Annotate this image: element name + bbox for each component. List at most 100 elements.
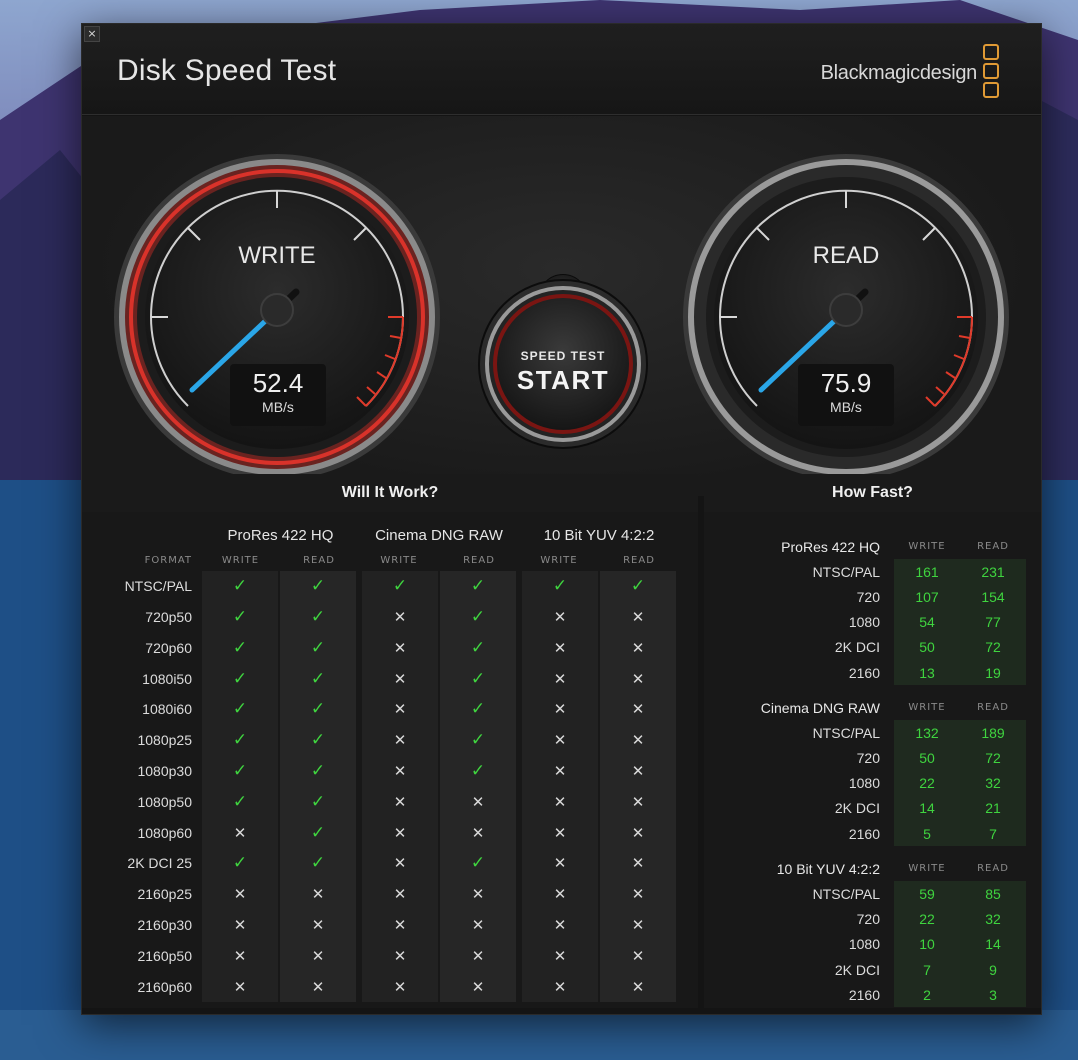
write-speed-value: 52.4	[252, 368, 304, 398]
cross-icon: ✕	[599, 878, 682, 910]
table-row: NTSC/PAL 59 85	[704, 881, 1026, 907]
cross-icon: ✕	[359, 663, 440, 694]
read-speed-value: 75.9	[820, 368, 872, 398]
group-header-cinema-dng: Cinema DNG RAW	[375, 526, 503, 544]
check-icon: ✓	[202, 570, 280, 602]
format-label: 1080p30	[137, 762, 192, 779]
close-button[interactable]: ×	[84, 26, 100, 42]
check-icon: ✓	[439, 755, 522, 787]
cross-icon: ✕	[519, 724, 600, 756]
format-label: 1080i60	[142, 701, 192, 718]
resolution-label: 720	[856, 588, 880, 605]
resolution-label: 1080	[848, 775, 880, 792]
sub-header-write: WRITE	[540, 555, 578, 567]
table-row: 720 107 154	[704, 584, 1026, 610]
cross-icon: ✕	[359, 693, 440, 725]
resolution-label: 2160	[848, 986, 880, 1003]
table-row: NTSC/PAL ✓ ✓ ✓ ✓ ✓ ✓	[106, 570, 682, 602]
cross-icon: ✕	[599, 663, 682, 694]
cross-icon: ✕	[519, 755, 600, 787]
read-fps-value: 85	[960, 881, 1026, 907]
table-row: 1080p60 ✕ ✓ ✕ ✕ ✕ ✕	[106, 817, 682, 848]
cross-icon: ✕	[599, 786, 682, 818]
write-fps-value: 13	[894, 659, 960, 686]
table-row: 2K DCI 7 9	[704, 957, 1026, 983]
sub-header-read: READ	[623, 555, 655, 567]
check-icon: ✓	[279, 724, 362, 756]
format-label: 1080p50	[137, 793, 192, 810]
cross-icon: ✕	[202, 817, 280, 848]
read-gauge	[683, 154, 1009, 480]
table-row: 2K DCI 25 ✓ ✓ ✕ ✓ ✕ ✕	[106, 847, 682, 879]
cross-icon: ✕	[359, 724, 440, 756]
write-fps-value: 161	[894, 559, 960, 585]
group-header-row: 10 Bit YUV 4:2:2 WRITE READ	[704, 856, 1026, 881]
check-icon: ✓	[279, 663, 362, 694]
start-button[interactable]: SPEED TEST START	[488, 289, 638, 439]
check-icon: ✓	[202, 786, 280, 818]
check-icon: ✓	[359, 570, 440, 602]
cross-icon: ✕	[202, 971, 280, 1002]
format-label: 720p50	[145, 608, 192, 625]
sub-header-read: READ	[463, 555, 495, 567]
cross-icon: ✕	[279, 940, 362, 972]
read-readout: 75.9 MB/s	[798, 364, 894, 426]
format-label: 2160p25	[137, 886, 192, 903]
cross-icon: ✕	[439, 878, 522, 910]
cross-icon: ✕	[202, 878, 280, 910]
brand-logo-icon	[983, 44, 999, 98]
check-icon: ✓	[202, 663, 280, 694]
read-fps-value: 9	[960, 957, 1026, 983]
write-gauge	[114, 154, 440, 480]
resolution-label: 2K DCI	[834, 800, 880, 817]
table-row: 1080p25 ✓ ✓ ✕ ✓ ✕ ✕	[106, 724, 682, 756]
table-row: NTSC/PAL 132 189	[704, 720, 1026, 746]
check-icon: ✓	[279, 817, 362, 848]
write-fps-value: 14	[894, 795, 960, 822]
sub-header-read: READ	[303, 555, 335, 567]
read-fps-value: 72	[960, 634, 1026, 660]
check-icon: ✓	[202, 755, 280, 787]
start-button-label: START	[516, 365, 610, 395]
read-fps-value: 3	[960, 982, 1026, 1008]
start-button-caption: SPEED TEST	[520, 349, 606, 363]
table-row: 2160 5 7	[704, 821, 1026, 847]
read-gauge-label: READ	[812, 242, 880, 269]
check-icon: ✓	[202, 601, 280, 633]
cross-icon: ✕	[439, 909, 522, 941]
cross-icon: ✕	[599, 693, 682, 725]
cross-icon: ✕	[439, 971, 522, 1002]
cross-icon: ✕	[359, 786, 440, 818]
resolution-label: 2160	[848, 825, 880, 842]
check-icon: ✓	[439, 632, 522, 664]
read-fps-value: 32	[960, 906, 1026, 932]
cross-icon: ✕	[599, 724, 682, 756]
format-label: NTSC/PAL	[124, 578, 192, 595]
write-speed-unit: MB/s	[262, 399, 294, 415]
cross-icon: ✕	[359, 971, 440, 1002]
cross-icon: ✕	[519, 817, 600, 848]
codec-group-name: Cinema DNG RAW	[760, 699, 880, 716]
sub-header-read: READ	[977, 541, 1009, 553]
check-icon: ✓	[279, 632, 362, 664]
write-fps-value: 22	[894, 906, 960, 932]
app-title: Disk Speed Test	[117, 54, 337, 87]
format-label: 1080p60	[137, 824, 192, 841]
group-header-yuv: 10 Bit YUV 4:2:2	[543, 526, 655, 544]
read-fps-value: 72	[960, 745, 1026, 771]
write-fps-value: 54	[894, 609, 960, 635]
gauge-panel: WRITE 52.4 MB/s SPEED TEST START READ 75…	[82, 116, 1041, 496]
cross-icon: ✕	[359, 755, 440, 787]
table-row: 1080i60 ✓ ✓ ✕ ✓ ✕ ✕	[106, 693, 682, 725]
check-icon: ✓	[202, 724, 280, 756]
resolution-label: 720	[856, 911, 880, 928]
group-header-prores: ProRes 422 HQ	[227, 526, 334, 544]
table-row: 2160 13 19	[704, 659, 1026, 686]
format-label: 720p60	[145, 639, 192, 656]
sub-header-write: WRITE	[908, 541, 946, 553]
check-icon: ✓	[599, 570, 682, 602]
codec-group-name: ProRes 422 HQ	[781, 538, 880, 555]
check-icon: ✓	[519, 570, 600, 602]
cross-icon: ✕	[359, 817, 440, 848]
check-icon: ✓	[279, 755, 362, 787]
